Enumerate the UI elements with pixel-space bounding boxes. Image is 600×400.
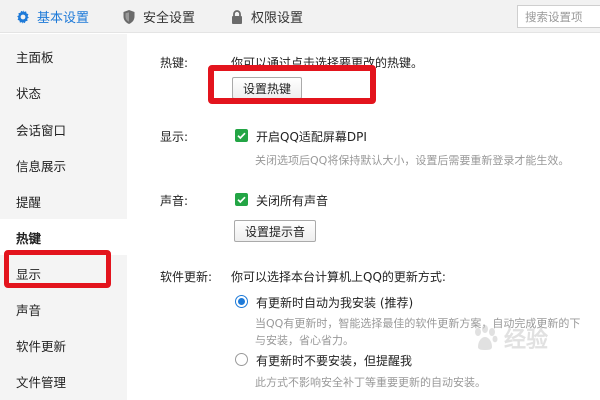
settings-panel: 热键: 你可以通过点击选择要更改的热键。 设置热键 显示: 开启QQ适配屏幕DP… [127,34,600,400]
sidebar-item-display[interactable]: 显示 [0,255,127,291]
tab-permission-settings-label: 权限设置 [251,11,304,26]
auto-install-label: 有更新时自动为我安装 (推荐) [256,296,414,310]
set-notification-sound-button[interactable]: 设置提示音 [234,220,316,242]
dpi-checkbox-label: 开启QQ适配屏幕DPI [256,130,367,144]
set-hotkey-button[interactable]: 设置热键 [232,77,302,99]
sidebar: 主面板 状态 会话窗口 信息展示 提醒 热键 显示 声音 软件更新 文件管理 [0,34,127,400]
sidebar-item-software-update[interactable]: 软件更新 [0,327,127,363]
sidebar-item-label: 状态 [16,85,42,101]
hotkey-description: 你可以通过点击选择要更改的热键。 [231,56,424,70]
dpi-hint: 关闭选项后QQ将保持默认大小，设置后需要重新登录才能生效。 [255,154,570,167]
hotkey-section-label: 热键: [160,56,189,70]
sidebar-item-label: 会话窗口 [16,122,67,138]
sidebar-item-reminder[interactable]: 提醒 [0,183,127,219]
sidebar-item-label: 软件更新 [16,338,67,354]
sidebar-item-file-management[interactable]: 文件管理 [0,363,127,399]
sidebar-item-label: 热键 [16,230,42,246]
auto-install-hint-line-1: 当QQ有更新时，智能选择最佳的软件更新方案，自动完成更新的下 [255,317,581,330]
search-input[interactable] [517,5,600,28]
update-description: 你可以选择本台计算机上QQ的更新方式: [231,270,446,284]
update-section-label: 软件更新: [160,270,213,284]
sidebar-item-chat-window[interactable]: 会话窗口 [0,111,127,147]
display-section-label: 显示: [160,130,189,144]
sidebar-item-label: 文件管理 [16,374,67,390]
tab-permission-settings[interactable]: 权限设置 [229,0,303,33]
sidebar-item-main-panel[interactable]: 主面板 [0,38,127,74]
lock-icon [229,9,245,25]
sidebar-item-label: 主面板 [16,49,54,65]
tab-security-settings[interactable]: 安全设置 [121,0,195,33]
sidebar-item-sound[interactable]: 声音 [0,291,127,327]
auto-install-hint-line-2: 与安装，省心省力。 [255,334,354,347]
mute-all-checkbox[interactable] [235,193,248,206]
sidebar-item-label: 显示 [16,266,42,282]
notify-only-hint: 此方式不影响安全补丁等重要更新的自动安装。 [255,376,486,389]
sidebar-item-label: 提醒 [16,194,42,210]
sound-section-label: 声音: [160,194,189,208]
sidebar-item-status[interactable]: 状态 [0,74,127,110]
auto-install-radio[interactable] [235,295,248,308]
sidebar-item-label: 信息展示 [16,158,67,174]
checkmark-icon [237,196,246,204]
dpi-checkbox[interactable] [235,129,248,142]
tab-basic-settings[interactable]: 基本设置 [15,0,89,33]
tab-basic-settings-label: 基本设置 [37,11,90,26]
notify-only-label: 有更新时不要安装，但提醒我 [256,354,413,368]
mute-all-checkbox-label: 关闭所有声音 [256,194,329,208]
top-tab-bar: 基本设置 安全设置 权限设置 [0,0,600,33]
sidebar-item-hotkey[interactable]: 热键 [0,219,127,255]
notify-only-radio[interactable] [235,353,248,366]
shield-icon [121,9,137,25]
tab-security-settings-label: 安全设置 [143,11,196,26]
checkmark-icon [237,132,246,140]
sidebar-item-info-display[interactable]: 信息展示 [0,147,127,183]
gear-icon [15,9,31,25]
sidebar-item-label: 声音 [16,302,42,318]
